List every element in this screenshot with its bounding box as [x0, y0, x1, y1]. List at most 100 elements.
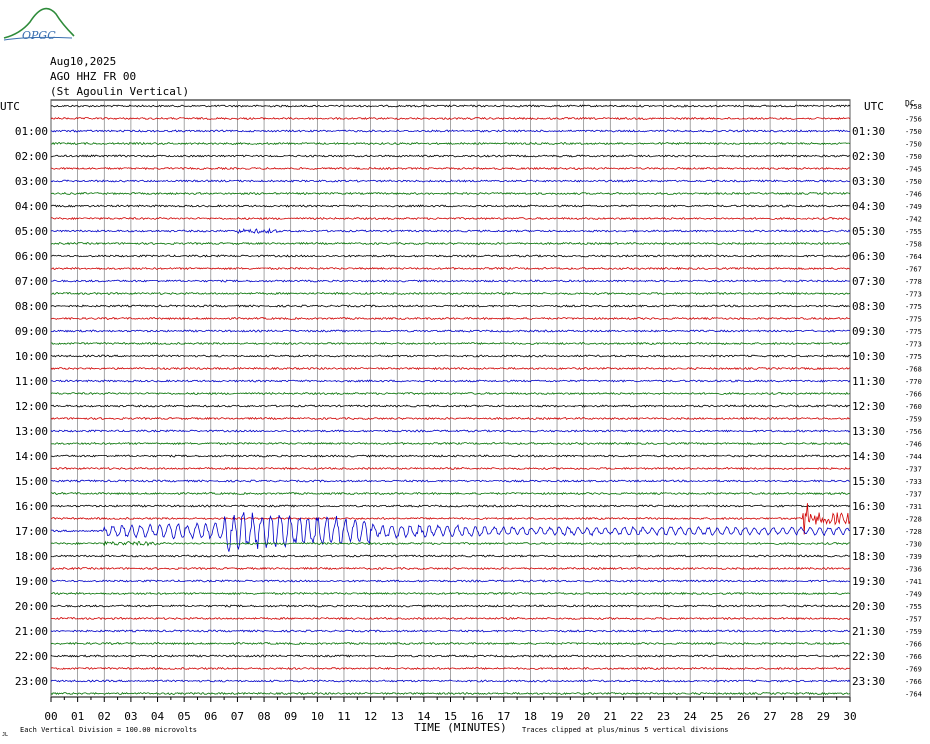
right-hour-label: 16:30: [852, 500, 885, 513]
x-tick-label: 30: [843, 710, 856, 723]
dc-offset-label: -770: [905, 378, 922, 386]
x-tick-label: 02: [98, 710, 111, 723]
dc-offset-label: -758: [905, 241, 922, 249]
x-tick-label: 05: [178, 710, 191, 723]
dc-offset-label: -775: [905, 353, 922, 361]
right-hour-label: 08:30: [852, 300, 885, 313]
x-tick-label: 18: [524, 710, 537, 723]
left-hour-label: 06:00: [15, 250, 48, 263]
right-hour-label: 07:30: [852, 275, 885, 288]
left-hour-label: 14:00: [15, 450, 48, 463]
left-hour-label: 22:00: [15, 650, 48, 663]
dc-offset-label: -749: [905, 203, 922, 211]
dc-offset-label: -741: [905, 578, 922, 586]
dc-offset-label: -733: [905, 478, 922, 486]
x-tick-label: 11: [337, 710, 350, 723]
dc-offset-label: -766: [905, 391, 922, 399]
left-hour-label: 01:00: [15, 125, 48, 138]
left-hour-label: 19:00: [15, 575, 48, 588]
right-hour-label: 11:30: [852, 375, 885, 388]
left-hour-label: 16:00: [15, 500, 48, 513]
left-utc-label: UTC: [0, 100, 20, 113]
x-tick-label: 29: [817, 710, 830, 723]
dc-offset-label: -731: [905, 503, 922, 511]
x-tick-label: 04: [151, 710, 165, 723]
right-utc-label: UTC: [864, 100, 884, 113]
dc-offset-label: -778: [905, 278, 922, 286]
x-tick-label: 09: [284, 710, 297, 723]
dc-offset-label: -773: [905, 291, 922, 299]
x-tick-label: 08: [257, 710, 270, 723]
left-hour-label: 15:00: [15, 475, 48, 488]
x-tick-label: 27: [763, 710, 776, 723]
right-hour-label: 15:30: [852, 475, 885, 488]
right-hour-label: 22:30: [852, 650, 885, 663]
left-hour-label: 18:00: [15, 550, 48, 563]
left-hour-label: 08:00: [15, 300, 48, 313]
x-tick-label: 24: [684, 710, 698, 723]
right-hour-label: 05:30: [852, 225, 885, 238]
dc-offset-label: -766: [905, 653, 922, 661]
x-tick-label: 26: [737, 710, 750, 723]
dc-offset-label: -775: [905, 328, 922, 336]
x-tick-label: 19: [550, 710, 563, 723]
dc-offset-label: -756: [905, 428, 922, 436]
x-tick-label: 10: [311, 710, 324, 723]
helicorder-plot: 00 01 02 03 04 05 06 07 08 09 10 11 12 13 14 15 16 17 18 19…: [0, 99, 922, 738]
right-hour-label: 21:30: [852, 625, 885, 638]
dc-offset-label: -746: [905, 441, 922, 449]
dc-offset-label: -766: [905, 641, 922, 649]
dc-offset-label: -757: [905, 616, 922, 624]
left-hour-label: 20:00: [15, 600, 48, 613]
x-tick-label: 20: [577, 710, 590, 723]
left-hour-label: 03:00: [15, 175, 48, 188]
left-hour-label: 09:00: [15, 325, 48, 338]
dc-offset-label: -775: [905, 303, 922, 311]
dc-offset-label: -775: [905, 316, 922, 324]
dc-offset-label: -768: [905, 366, 922, 374]
right-hour-label: 02:30: [852, 150, 885, 163]
left-hour-label: 04:00: [15, 200, 48, 213]
clip-note: Traces clipped at plus/minus 5 vertical …: [522, 726, 729, 734]
dc-offset-label: -728: [905, 516, 922, 524]
dc-offset-label: -755: [905, 228, 922, 236]
dc-offset-label: -750: [905, 178, 922, 186]
left-hour-label: 11:00: [15, 375, 48, 388]
dc-offset-label: -750: [905, 153, 922, 161]
x-tick-label: 13: [391, 710, 404, 723]
dc-offset-label: -750: [905, 128, 922, 136]
x-tick-label: 06: [204, 710, 217, 723]
dc-offset-label: -769: [905, 666, 922, 674]
dc-offset-label: -764: [905, 253, 922, 261]
corner-mark: JL: [2, 732, 8, 738]
dc-offset-label: -736: [905, 566, 922, 574]
dc-offset-label: -764: [905, 691, 922, 699]
dc-offset-label: -745: [905, 166, 922, 174]
dc-offset-label: -759: [905, 416, 922, 424]
x-tick-label: 00: [44, 710, 57, 723]
dc-offset-label: -766: [905, 678, 922, 686]
x-axis-title: TIME (MINUTES): [414, 721, 507, 734]
dc-offset-label: -737: [905, 491, 922, 499]
left-hour-label: 02:00: [15, 150, 48, 163]
dc-offset-label: -767: [905, 266, 922, 274]
grid: [50, 99, 851, 702]
scale-note: Each Vertical Division = 100.00 microvol…: [20, 726, 197, 734]
right-hour-label: 03:30: [852, 175, 885, 188]
right-hour-label: 19:30: [852, 575, 885, 588]
x-tick-label: 07: [231, 710, 244, 723]
dc-offset-label: -760: [905, 403, 922, 411]
right-hour-label: 23:30: [852, 675, 885, 688]
right-hour-label: 01:30: [852, 125, 885, 138]
right-hour-label: 10:30: [852, 350, 885, 363]
right-hour-label: 09:30: [852, 325, 885, 338]
right-hour-label: 04:30: [852, 200, 885, 213]
dc-offset-label: -746: [905, 191, 922, 199]
right-hour-label: 17:30: [852, 525, 885, 538]
left-hour-label: 10:00: [15, 350, 48, 363]
right-hour-label: 20:30: [852, 600, 885, 613]
x-tick-label: 12: [364, 710, 377, 723]
left-hour-label: 21:00: [15, 625, 48, 638]
dc-offset-label: -728: [905, 528, 922, 536]
dc-offset-label: -744: [905, 453, 922, 461]
